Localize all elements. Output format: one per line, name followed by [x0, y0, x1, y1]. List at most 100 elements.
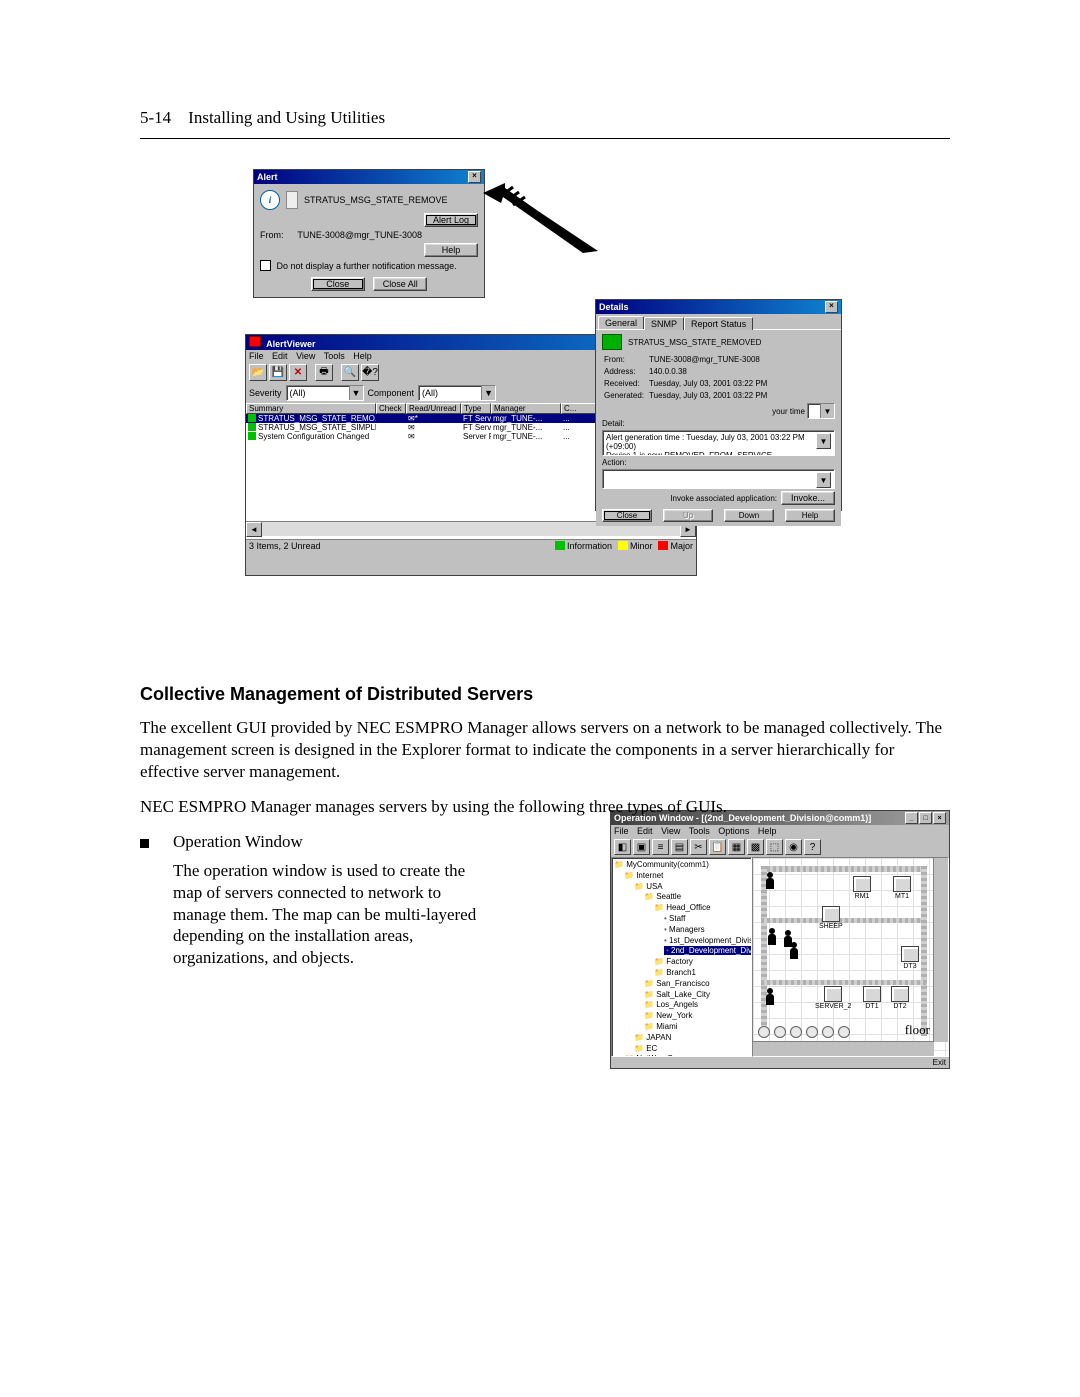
menu-edit[interactable]: Edit [272, 351, 288, 361]
operation-window-figure: Operation Window - [(2nd_Development_Div… [610, 810, 950, 1069]
tree-folder[interactable]: EC [614, 1044, 749, 1055]
severity-combo[interactable]: (All) ▼ [286, 385, 364, 401]
scrollbar-horizontal[interactable] [753, 1041, 934, 1056]
save-icon[interactable]: 💾 [269, 364, 287, 381]
tree-folder[interactable]: MyCommunity(comm1) [614, 860, 749, 871]
operation-window: Operation Window - [(2nd_Development_Div… [610, 810, 950, 1069]
component-combo[interactable]: (All) ▼ [418, 385, 496, 401]
scrollbar-vertical[interactable] [933, 858, 948, 1042]
tool-icon[interactable]: ▦ [728, 839, 745, 855]
menu-view[interactable]: View [661, 826, 680, 836]
alert-dialog: Alert × i STRATUS_MSG_STATE_REMOVE Alert… [253, 169, 485, 298]
menu-help[interactable]: Help [758, 826, 777, 836]
tool-icon[interactable]: ⬚ [766, 839, 783, 855]
tree-folder[interactable]: Salt_Lake_City [614, 990, 749, 1001]
find-icon[interactable]: 🔍 [341, 364, 359, 381]
tree-folder[interactable]: Factory [614, 957, 749, 968]
down-button[interactable]: Down [724, 509, 774, 522]
tree-folder[interactable]: Miami [614, 1022, 749, 1033]
tree-folder[interactable]: Branch1 [614, 968, 749, 979]
tree-folder[interactable]: NetWareServer [614, 1054, 749, 1057]
server-tree[interactable]: MyCommunity(comm1)InternetUSASeattleHead… [611, 857, 752, 1057]
bullet-label: Operation Window [173, 832, 303, 852]
menu-view[interactable]: View [296, 351, 315, 361]
tree-folder[interactable]: Head_Office [614, 903, 749, 914]
map-node-label: DT2 [893, 1003, 906, 1010]
from-value: TUNE-3008@mgr_TUNE-3008 [297, 230, 422, 240]
alert-log-button[interactable]: Alert Log [424, 213, 478, 227]
col-manager[interactable]: Manager [491, 403, 561, 414]
yourtime-combo[interactable]: ▼ [807, 403, 835, 419]
invoke-button[interactable]: Invoke... [781, 491, 835, 505]
menu-tools[interactable]: Tools [689, 826, 710, 836]
col-type[interactable]: Type [461, 403, 491, 414]
menu-tools[interactable]: Tools [324, 351, 345, 361]
close-all-button[interactable]: Close All [373, 277, 427, 291]
print-icon[interactable]: 🖶 [315, 364, 333, 381]
value-generated: Tuesday, July 03, 2001 03:22 PM [649, 391, 770, 401]
tool-icon[interactable]: ▣ [633, 839, 650, 855]
close-button[interactable]: Close [311, 277, 365, 291]
tree-item[interactable]: 2nd_Development_Division [614, 946, 749, 957]
menu-bar[interactable]: File Edit View Tools Options Help [611, 825, 949, 837]
action-textarea[interactable]: ▼ [602, 469, 835, 489]
scroll-down-icon[interactable]: ▼ [816, 433, 831, 449]
close-icon[interactable]: × [825, 301, 838, 313]
alert-message: STRATUS_MSG_STATE_REMOVE [304, 195, 448, 205]
tree-folder[interactable]: Internet [614, 871, 749, 882]
maximize-icon[interactable]: □ [919, 812, 932, 824]
open-icon[interactable]: 📂 [249, 364, 267, 381]
suppress-checkbox[interactable] [260, 260, 271, 271]
tree-item[interactable]: 1st_Development_Division [614, 936, 749, 947]
menu-edit[interactable]: Edit [637, 826, 653, 836]
up-button[interactable]: Up [663, 509, 713, 522]
chevron-down-icon[interactable]: ▼ [820, 404, 834, 418]
tree-folder[interactable]: JAPAN [614, 1033, 749, 1044]
map-node-label: MT1 [895, 893, 909, 900]
tool-icon[interactable]: ✂ [690, 839, 707, 855]
tree-item[interactable]: Managers [614, 925, 749, 936]
menu-file[interactable]: File [249, 351, 264, 361]
severity-value: (All) [290, 388, 306, 398]
close-button[interactable]: Close [602, 509, 652, 522]
tool-icon[interactable]: ≡ [652, 839, 669, 855]
close-icon[interactable]: × [933, 812, 946, 824]
tool-icon[interactable]: ▩ [747, 839, 764, 855]
col-check[interactable]: Check [376, 403, 406, 414]
menu-file[interactable]: File [614, 826, 629, 836]
scroll-left-icon[interactable]: ◄ [246, 522, 262, 537]
minimize-icon[interactable]: _ [905, 812, 918, 824]
tool-icon[interactable]: ◧ [614, 839, 631, 855]
menu-options[interactable]: Options [718, 826, 749, 836]
tree-item[interactable]: Staff [614, 914, 749, 925]
tree-folder[interactable]: New_York [614, 1011, 749, 1022]
tool-icon[interactable]: 📋 [709, 839, 726, 855]
tool-icon[interactable]: ▤ [671, 839, 688, 855]
help-button[interactable]: Help [785, 509, 835, 522]
severity-icon [286, 191, 298, 209]
tree-folder[interactable]: Los_Angels [614, 1000, 749, 1011]
map-node-label: SHEEP [819, 923, 843, 930]
details-window: Details × General SNMP Report Status STR… [595, 299, 842, 511]
scroll-down-icon[interactable]: ▼ [816, 472, 831, 488]
chevron-down-icon[interactable]: ▼ [481, 386, 495, 400]
tab-snmp[interactable]: SNMP [644, 317, 684, 330]
menu-help[interactable]: Help [353, 351, 372, 361]
detail-textarea[interactable]: ▼ Alert generation time : Tuesday, July … [602, 430, 835, 456]
col-summary[interactable]: Summary [246, 403, 376, 414]
chevron-down-icon[interactable]: ▼ [349, 386, 363, 400]
col-read[interactable]: Read/Unread [406, 403, 461, 414]
tree-folder[interactable]: San_Francisco [614, 979, 749, 990]
tree-folder[interactable]: USA [614, 882, 749, 893]
tab-report-status[interactable]: Report Status [684, 317, 753, 330]
tool-icon[interactable]: ? [804, 839, 821, 855]
floor-map[interactable]: RM1 MT1 SHEEP DT3 SERVER_2 DT1 DT2 floor [752, 857, 949, 1057]
delete-icon[interactable]: ✕ [289, 364, 307, 381]
help-button[interactable]: Help [424, 243, 478, 257]
tree-folder[interactable]: Seattle [614, 892, 749, 903]
tool-icon[interactable]: ◉ [785, 839, 802, 855]
close-icon[interactable]: × [468, 171, 481, 183]
tab-general[interactable]: General [598, 316, 644, 329]
alert-figure: Alert × i STRATUS_MSG_STATE_REMOVE Alert… [245, 169, 845, 644]
whatsthis-icon[interactable]: �? [361, 364, 379, 381]
